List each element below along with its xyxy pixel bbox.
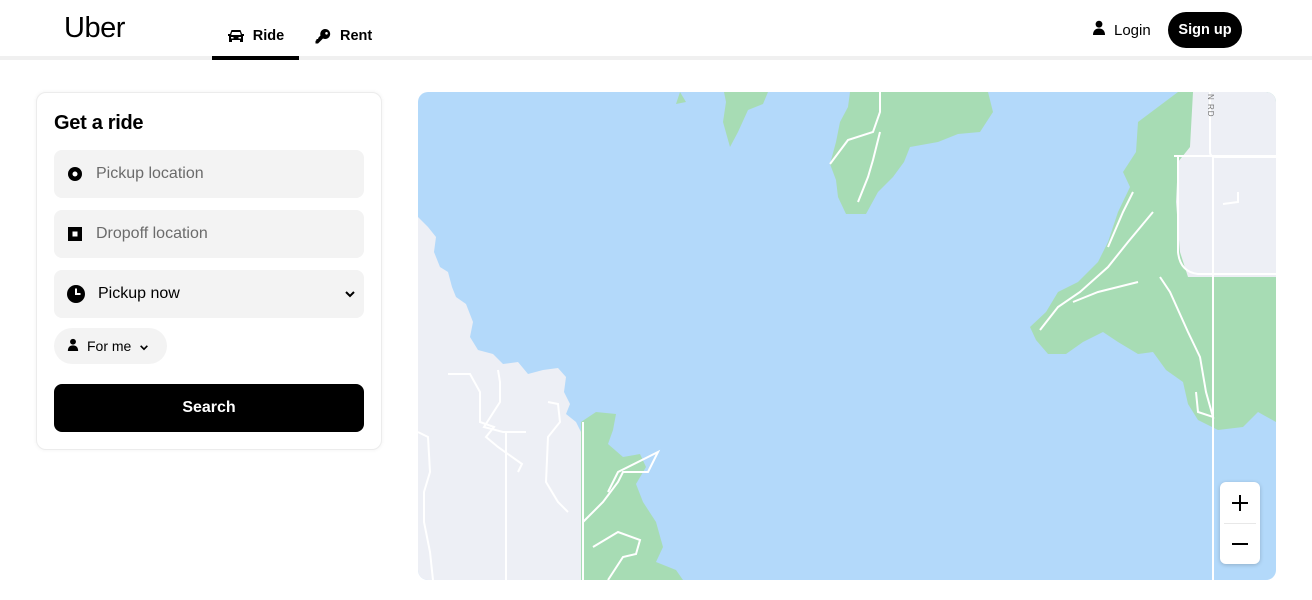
map-park-north: [830, 92, 993, 214]
minus-icon: [1232, 542, 1248, 545]
top-nav: Uber Ride Rent Login Sign up: [0, 0, 1312, 56]
map-road-label: N RD: [1206, 94, 1215, 118]
signup-button[interactable]: Sign up: [1168, 12, 1242, 48]
login-label: Login: [1114, 21, 1151, 39]
dropoff-field[interactable]: [54, 210, 364, 258]
active-tab-indicator: [212, 56, 299, 60]
key-icon: [314, 28, 332, 44]
zoom-in-button[interactable]: [1220, 482, 1260, 523]
tab-ride-label: Ride: [252, 28, 285, 44]
tab-ride[interactable]: Ride: [212, 16, 299, 56]
login-button[interactable]: Login: [1092, 20, 1151, 40]
car-icon: [227, 28, 245, 44]
pickup-input[interactable]: [96, 165, 336, 183]
tab-rent[interactable]: Rent: [314, 16, 374, 56]
dropoff-input[interactable]: [96, 225, 336, 243]
chevron-down-icon: [336, 290, 364, 298]
pickup-dot-icon: [54, 166, 96, 182]
pickup-time-select[interactable]: Pickup now: [54, 270, 364, 318]
card-title: Get a ride: [54, 112, 144, 134]
person-icon: [1092, 20, 1106, 40]
map-view[interactable]: [418, 92, 1276, 580]
uber-logo[interactable]: Uber: [64, 12, 125, 45]
pickup-field[interactable]: [54, 150, 364, 198]
pickup-time-value: Pickup now: [98, 285, 180, 302]
person-icon: [67, 338, 79, 355]
dropoff-square-icon: [54, 227, 96, 241]
tab-rent-label: Rent: [340, 28, 373, 44]
zoom-out-button[interactable]: [1220, 523, 1260, 564]
rider-select[interactable]: For me: [54, 328, 167, 364]
chevron-down-icon: [139, 338, 149, 354]
search-button[interactable]: Search: [54, 384, 364, 432]
rider-select-value: For me: [87, 338, 132, 354]
map-canvas[interactable]: [418, 92, 1276, 580]
header-divider: [0, 56, 1312, 60]
map-park-islet: [676, 92, 686, 104]
zoom-controls: [1220, 482, 1260, 564]
clock-icon: [54, 284, 98, 304]
map-park-islet: [723, 92, 768, 147]
plus-icon: [1232, 494, 1248, 511]
